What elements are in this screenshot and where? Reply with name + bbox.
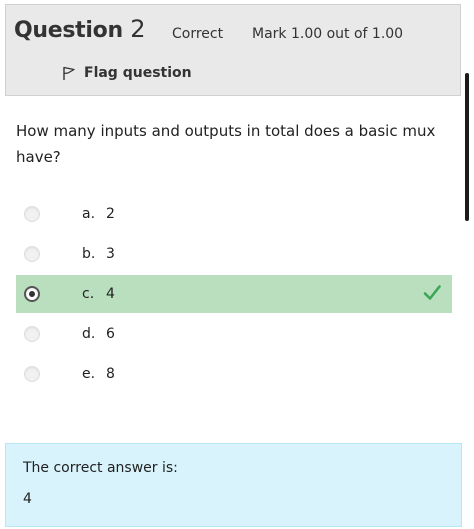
feedback-value: 4 xyxy=(23,491,32,507)
answer-option-d[interactable]: d. 6 xyxy=(16,315,452,353)
flag-icon xyxy=(61,65,77,81)
answer-text: 2 xyxy=(106,206,115,222)
answer-letter: d. xyxy=(82,326,96,342)
question-text: How many inputs and outputs in total doe… xyxy=(16,122,436,166)
flag-question-label: Flag question xyxy=(84,65,192,81)
answer-text: 8 xyxy=(106,366,115,382)
question-title: Question 2 xyxy=(14,15,145,43)
answer-letter: e. xyxy=(82,366,96,382)
correct-answer-feedback: The correct answer is: 4 xyxy=(5,443,462,527)
radio-button-checked[interactable] xyxy=(24,286,40,302)
question-info-box: Question 2 Correct Mark 1.00 out of 1.00… xyxy=(5,4,461,96)
question-grade: Mark 1.00 out of 1.00 xyxy=(252,26,404,42)
feedback-label: The correct answer is: xyxy=(23,460,178,476)
answer-option-e[interactable]: e. 8 xyxy=(16,355,452,393)
answer-letter: c. xyxy=(82,286,95,302)
check-icon xyxy=(422,283,442,303)
radio-button[interactable] xyxy=(24,246,40,262)
answer-option-c[interactable]: c. 4 xyxy=(16,275,452,313)
answer-text: 6 xyxy=(106,326,115,342)
radio-button[interactable] xyxy=(24,206,40,222)
radio-button[interactable] xyxy=(24,326,40,342)
answer-option-b[interactable]: b. 3 xyxy=(16,235,452,273)
answer-option-a[interactable]: a. 2 xyxy=(16,195,452,233)
answer-letter: a. xyxy=(82,206,96,222)
answer-letter: b. xyxy=(82,246,96,262)
radio-button[interactable] xyxy=(24,366,40,382)
flag-question-link[interactable]: Flag question xyxy=(61,65,192,81)
answer-text: 3 xyxy=(106,246,115,262)
answer-text: 4 xyxy=(106,286,115,302)
question-number: 2 xyxy=(130,15,146,43)
scrollbar[interactable] xyxy=(465,73,469,221)
answer-list: a. 2 b. 3 c. 4 d. 6 e. 8 xyxy=(16,195,452,395)
question-state: Correct xyxy=(172,26,224,42)
question-title-word: Question xyxy=(14,18,123,43)
